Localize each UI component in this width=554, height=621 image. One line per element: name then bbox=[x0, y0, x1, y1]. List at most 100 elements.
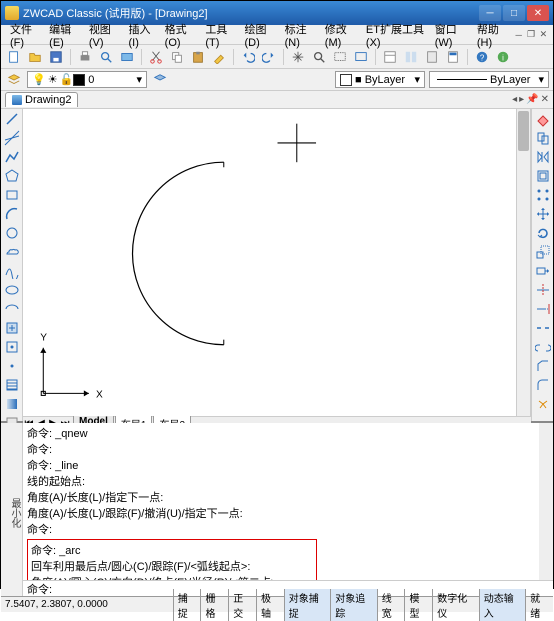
layers-button[interactable] bbox=[5, 71, 23, 89]
next-doc-button[interactable]: ▸ bbox=[519, 94, 524, 105]
explode-tool[interactable] bbox=[535, 396, 551, 412]
mode-polar[interactable]: 极轴 bbox=[256, 589, 284, 621]
zoom-win-button[interactable] bbox=[331, 48, 349, 66]
insertblock-tool[interactable] bbox=[4, 320, 20, 336]
polyline-tool[interactable] bbox=[4, 149, 20, 165]
color-select[interactable]: ■ ByLayer ▾ bbox=[335, 71, 425, 88]
mdi-minimize-button[interactable]: ─ bbox=[513, 29, 524, 41]
properties-button[interactable] bbox=[381, 48, 399, 66]
preview-button[interactable] bbox=[97, 48, 115, 66]
rectangle-tool[interactable] bbox=[4, 187, 20, 203]
erase-tool[interactable] bbox=[535, 111, 551, 127]
layer-select[interactable]: 💡 ☀ 🔓 0 ▾ bbox=[27, 71, 147, 88]
doc-tab-drawing2[interactable]: Drawing2 bbox=[5, 92, 78, 107]
tab-close-button[interactable]: ✕ bbox=[541, 94, 549, 105]
mirror-tool[interactable] bbox=[535, 149, 551, 165]
linetype-select[interactable]: ByLayer ▾ bbox=[429, 71, 549, 88]
open-button[interactable] bbox=[26, 48, 44, 66]
mode-grid[interactable]: 栅格 bbox=[200, 589, 228, 621]
polygon-tool[interactable] bbox=[4, 168, 20, 184]
break-tool[interactable] bbox=[535, 320, 551, 336]
mode-otrack[interactable]: 对象追踪 bbox=[330, 589, 377, 621]
xline-tool[interactable] bbox=[4, 130, 20, 146]
arc-tool[interactable] bbox=[4, 206, 20, 222]
mode-tablet[interactable]: 数字化仪 bbox=[432, 589, 479, 621]
point-tool[interactable] bbox=[4, 358, 20, 374]
designcenter-button[interactable] bbox=[402, 48, 420, 66]
menu-view[interactable]: 视图(V) bbox=[84, 21, 124, 49]
mode-lwt[interactable]: 线宽 bbox=[377, 589, 405, 621]
toolpalettes-button[interactable] bbox=[423, 48, 441, 66]
mode-osnap[interactable]: 对象捕捉 bbox=[284, 589, 331, 621]
spline-tool[interactable] bbox=[4, 263, 20, 279]
mode-snap[interactable]: 捕捉 bbox=[173, 589, 201, 621]
close-button[interactable]: ✕ bbox=[527, 5, 549, 21]
makeblock-tool[interactable] bbox=[4, 339, 20, 355]
array-tool[interactable] bbox=[535, 187, 551, 203]
trim-tool[interactable] bbox=[535, 282, 551, 298]
fillet-tool[interactable] bbox=[535, 377, 551, 393]
vertical-scrollbar[interactable] bbox=[516, 109, 530, 416]
redo-button[interactable] bbox=[260, 48, 278, 66]
pin-button[interactable]: 📌 bbox=[526, 94, 538, 105]
help-button[interactable]: ? bbox=[473, 48, 491, 66]
print-button[interactable] bbox=[76, 48, 94, 66]
layer-states-button[interactable] bbox=[151, 71, 169, 89]
menu-help[interactable]: 帮助(H) bbox=[472, 21, 512, 49]
paste-button[interactable] bbox=[189, 48, 207, 66]
menu-edit[interactable]: 编辑(E) bbox=[44, 21, 84, 49]
mode-ready[interactable]: 就绪 bbox=[525, 589, 553, 621]
menu-modify[interactable]: 修改(M) bbox=[320, 21, 361, 49]
new-button[interactable] bbox=[5, 48, 23, 66]
color-value: ■ ByLayer bbox=[355, 74, 405, 86]
offset-tool[interactable] bbox=[535, 168, 551, 184]
publish-button[interactable] bbox=[118, 48, 136, 66]
undo-button[interactable] bbox=[239, 48, 257, 66]
join-tool[interactable] bbox=[535, 339, 551, 355]
info-button[interactable]: i bbox=[494, 48, 512, 66]
copy-button[interactable] bbox=[168, 48, 186, 66]
prev-doc-button[interactable]: ◂ bbox=[512, 94, 517, 105]
ellipse-tool[interactable] bbox=[4, 282, 20, 298]
save-button[interactable] bbox=[47, 48, 65, 66]
minimize-button[interactable]: ─ bbox=[479, 5, 501, 21]
mode-ortho[interactable]: 正交 bbox=[228, 589, 256, 621]
mode-dyn[interactable]: 动态输入 bbox=[479, 589, 526, 621]
pan-button[interactable] bbox=[289, 48, 307, 66]
hatch-tool[interactable] bbox=[4, 377, 20, 393]
menu-draw[interactable]: 绘图(D) bbox=[239, 21, 279, 49]
drawing-canvas[interactable]: X Y bbox=[23, 109, 531, 416]
mdi-restore-button[interactable]: ❐ bbox=[525, 29, 536, 41]
menu-format[interactable]: 格式(O) bbox=[160, 21, 201, 49]
gradient-tool[interactable] bbox=[4, 396, 20, 412]
menu-insert[interactable]: 插入(I) bbox=[123, 21, 159, 49]
revcloud-tool[interactable] bbox=[4, 244, 20, 260]
maximize-button[interactable]: □ bbox=[503, 5, 525, 21]
command-log[interactable]: 命令: _qnew 命令: 命令: _line 线的起始点: 角度(A)/长度(… bbox=[23, 423, 553, 580]
copy-tool[interactable] bbox=[535, 130, 551, 146]
menu-et[interactable]: ET扩展工具(X) bbox=[361, 21, 430, 49]
circle-tool[interactable] bbox=[4, 225, 20, 241]
menu-dim[interactable]: 标注(N) bbox=[280, 21, 320, 49]
log-line: 线的起始点: bbox=[27, 473, 535, 489]
chamfer-tool[interactable] bbox=[535, 358, 551, 374]
matchprop-button[interactable] bbox=[210, 48, 228, 66]
stretch-tool[interactable] bbox=[535, 263, 551, 279]
extend-tool[interactable] bbox=[535, 301, 551, 317]
ellipsearc-tool[interactable] bbox=[4, 301, 20, 317]
rotate-tool[interactable] bbox=[535, 225, 551, 241]
menu-tools[interactable]: 工具(T) bbox=[200, 21, 239, 49]
menu-window[interactable]: 窗口(W) bbox=[430, 21, 472, 49]
mode-model[interactable]: 模型 bbox=[404, 589, 432, 621]
mdi-close-button[interactable]: ✕ bbox=[538, 29, 549, 41]
move-tool[interactable] bbox=[535, 206, 551, 222]
scale-tool[interactable] bbox=[535, 244, 551, 260]
zoom-rt-button[interactable] bbox=[310, 48, 328, 66]
zoom-prev-button[interactable] bbox=[352, 48, 370, 66]
menu-file[interactable]: 文件(F) bbox=[5, 21, 44, 49]
cmd-side-label[interactable]: 最小化 bbox=[1, 423, 23, 596]
calc-button[interactable] bbox=[444, 48, 462, 66]
cut-button[interactable] bbox=[147, 48, 165, 66]
coords-readout[interactable]: 7.5407, 2.3807, 0.0000 bbox=[1, 599, 173, 610]
line-tool[interactable] bbox=[4, 111, 20, 127]
